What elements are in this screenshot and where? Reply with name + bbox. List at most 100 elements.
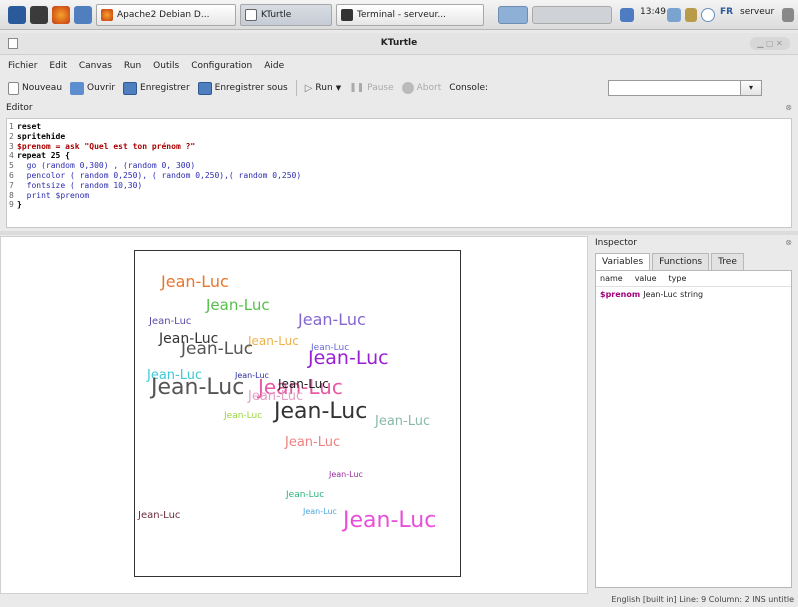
terminal-icon: [341, 9, 353, 21]
keyboard-layout[interactable]: FR: [720, 7, 733, 17]
console-dropdown-button[interactable]: ▾: [740, 80, 762, 96]
column-name[interactable]: name: [600, 274, 623, 283]
canvas-text: Jean-Luc: [149, 316, 192, 327]
variables-table: name value type $prenom Jean-Luc string: [595, 270, 792, 588]
blank-workspace-icon[interactable]: [532, 6, 612, 24]
console-input[interactable]: [608, 80, 756, 96]
task-kturtle-label: KTurtle: [261, 10, 292, 20]
task-kturtle[interactable]: KTurtle: [240, 4, 332, 26]
canvas-text: Jean-Luc: [181, 339, 254, 359]
open-button[interactable]: Ouvrir: [70, 81, 116, 95]
canvas-text: Jean-Luc: [248, 334, 299, 348]
canvas-text: Jean-Luc: [308, 347, 389, 369]
code-line: 4 repeat 25 {: [9, 151, 70, 161]
firefox-launcher-icon[interactable]: [52, 6, 70, 24]
desktop-icon[interactable]: [620, 8, 634, 22]
task-firefox[interactable]: Apache2 Debian D...: [96, 4, 236, 26]
editor-header: Editor ⊗: [6, 103, 792, 115]
console-label: Console:: [449, 83, 488, 93]
save-button[interactable]: Enregistrer: [123, 81, 190, 95]
save-as-button[interactable]: Enregistrer sous: [197, 81, 288, 95]
save-as-button-label: Enregistrer sous: [214, 83, 288, 93]
tab-tree[interactable]: Tree: [711, 253, 744, 270]
canvas-text: Jean-Luc: [343, 508, 437, 533]
folder-icon: [70, 81, 85, 95]
run-button[interactable]: ▷ Run ▼: [305, 83, 341, 94]
menu-fichier[interactable]: Fichier: [8, 61, 37, 71]
pause-button-label: Pause: [367, 83, 394, 93]
window-title: KTurtle: [380, 38, 418, 48]
menu-run[interactable]: Run: [124, 61, 141, 71]
menu-aide[interactable]: Aide: [264, 61, 284, 71]
task-terminal[interactable]: Terminal - serveur...: [336, 4, 484, 26]
column-type[interactable]: type: [669, 274, 687, 283]
open-button-label: Ouvrir: [87, 83, 116, 93]
inspector-close-icon[interactable]: ⊗: [785, 238, 792, 247]
abort-button-label: Abort: [416, 83, 442, 93]
code-line: 9}: [9, 200, 22, 210]
user-name[interactable]: serveur: [740, 7, 774, 17]
clipboard-icon[interactable]: [685, 8, 697, 22]
maximize-icon[interactable]: ▢: [766, 39, 774, 48]
inspector-title: Inspector: [595, 238, 637, 248]
column-value[interactable]: value: [635, 274, 657, 283]
abort-button[interactable]: Abort: [401, 82, 442, 94]
save-button-label: Enregistrer: [140, 83, 190, 93]
status-bar: English [built in] Line: 9 Column: 2 INS…: [611, 595, 794, 604]
applications-menu-icon[interactable]: [8, 6, 26, 24]
save-as-icon: [197, 81, 212, 95]
menubar: Fichier Edit Canvas Run Outils Configura…: [0, 57, 798, 75]
menu-edit[interactable]: Edit: [49, 61, 66, 71]
canvas-text: Jean-Luc: [303, 507, 337, 516]
inspector-panel: Inspector ⊗ Variables Functions Tree nam…: [591, 236, 798, 594]
turtle-canvas: Jean-Luc Jean-Luc Jean-Luc Jean-Luc Jean…: [134, 250, 461, 577]
close-icon[interactable]: ✕: [776, 39, 783, 48]
new-file-icon: [8, 81, 19, 95]
table-row[interactable]: $prenom Jean-Luc string: [596, 287, 791, 302]
pause-icon: ❚❚: [349, 83, 365, 93]
canvas-text: Jean-Luc: [138, 510, 181, 521]
minimize-icon[interactable]: ▁: [757, 39, 763, 48]
code-editor[interactable]: 1 reset 2 spritehide 3 $prenom = ask "Quel …: [6, 118, 792, 228]
clock[interactable]: 13:49: [640, 7, 666, 17]
accessibility-icon[interactable]: [701, 8, 715, 22]
window-controls[interactable]: ▁ ▢ ✕: [750, 37, 790, 50]
canvas-text: Jean-Luc: [285, 435, 341, 450]
canvas-text: Jean-Luc: [206, 296, 270, 314]
code-line: 3 $prenom = ask "Quel est ton prénom ?": [9, 141, 196, 151]
menu-configuration[interactable]: Configuration: [191, 61, 252, 71]
variable-type: string: [680, 290, 704, 299]
tab-functions[interactable]: Functions: [652, 253, 710, 270]
show-desktop-icon[interactable]: [30, 6, 48, 24]
play-icon: ▷: [304, 82, 313, 94]
canvas-text: Jean-Luc: [298, 310, 366, 329]
canvas-text: Jean-Luc: [224, 411, 263, 421]
tab-variables[interactable]: Variables: [595, 253, 651, 270]
splitter-handle[interactable]: [0, 231, 798, 235]
save-icon: [123, 81, 138, 95]
workspace-switcher-icon[interactable]: [498, 6, 528, 24]
window-titlebar[interactable]: KTurtle ▁ ▢ ✕: [0, 33, 798, 55]
inspector-tabs: Variables Functions Tree: [595, 253, 746, 270]
editor-close-icon[interactable]: ⊗: [785, 103, 792, 112]
abort-icon: [401, 82, 414, 94]
variable-name: $prenom: [600, 290, 641, 299]
canvas-text: Jean-Luc: [286, 490, 325, 500]
console-label-text: Console:: [449, 83, 489, 93]
canvas-text: Jean-Luc: [329, 470, 363, 479]
variable-value: Jean-Luc: [643, 290, 678, 299]
toolbar-separator: [295, 80, 297, 96]
pause-button[interactable]: ❚❚ Pause: [349, 83, 394, 93]
network-icon[interactable]: [667, 8, 681, 22]
firefox-icon: [101, 9, 113, 21]
logout-icon[interactable]: [782, 8, 794, 22]
menu-canvas[interactable]: Canvas: [79, 61, 112, 71]
files-launcher-icon[interactable]: [74, 6, 92, 24]
canvas-area: Jean-Luc Jean-Luc Jean-Luc Jean-Luc Jean…: [0, 236, 588, 594]
canvas-text: Jean-Luc: [375, 414, 431, 429]
code-line: 5 go (random 0,300) , (random 0, 300): [9, 161, 196, 171]
new-button[interactable]: Nouveau: [8, 81, 62, 95]
menu-outils[interactable]: Outils: [153, 61, 179, 71]
chevron-down-icon[interactable]: ▼: [336, 84, 341, 92]
canvas-text: Jean-Luc: [274, 399, 368, 424]
